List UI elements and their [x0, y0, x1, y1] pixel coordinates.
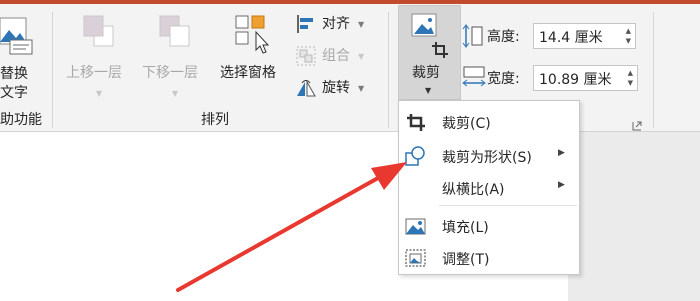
crop-label: 裁剪 — [412, 65, 440, 81]
send-backward-button[interactable]: 下移一层 ▼ — [140, 10, 212, 100]
spin-up-icon[interactable]: ▲ — [628, 70, 633, 77]
send-backward-label: 下移一层 — [142, 65, 198, 81]
alt-text-button[interactable]: 替换 文字 — [0, 10, 34, 101]
alt-text-icon — [0, 17, 33, 55]
chevron-down-icon: ▼ — [358, 52, 365, 61]
bring-forward-button[interactable]: 上移一层 ▼ — [64, 10, 136, 100]
fill-picture-icon — [405, 218, 426, 235]
alt-text-label-line2: 文字 — [0, 85, 28, 101]
selection-pane-button[interactable]: 选择窗格 — [218, 10, 290, 100]
accessibility-group-label: 助功能 — [0, 112, 42, 128]
crop-button[interactable]: 裁剪 ▼ — [398, 5, 461, 100]
group-objects-label: 组合 — [322, 48, 350, 64]
shape-height-icon — [462, 24, 483, 48]
rotate-icon — [297, 80, 316, 97]
arrange-group-label: 排列 — [201, 112, 229, 128]
height-value: 14.4 厘米 — [539, 30, 603, 46]
menu-item-label: 调整(T) — [442, 252, 490, 268]
spin-down-icon[interactable]: ▼ — [628, 80, 633, 87]
chevron-down-icon: ▼ — [425, 86, 432, 95]
width-label: 宽度: — [487, 71, 520, 87]
align-label: 对齐 — [322, 16, 350, 32]
menu-item-crop[interactable]: 裁剪(C) — [399, 107, 579, 137]
chevron-down-icon: ▼ — [96, 89, 103, 98]
width-field-group: 宽度: — [462, 62, 534, 92]
menu-item-aspect-ratio[interactable]: 纵横比(A) ▶ — [399, 173, 579, 203]
shape-width-icon — [462, 66, 486, 87]
menu-item-label: 裁剪为形状(S) — [442, 150, 532, 166]
menu-item-label: 裁剪(C) — [442, 116, 491, 132]
height-input[interactable]: 14.4 厘米 ▲ ▼ — [533, 23, 636, 49]
submenu-arrow-icon: ▶ — [558, 148, 565, 158]
submenu-arrow-icon: ▶ — [558, 180, 565, 190]
alt-text-label-line1: 替换 — [0, 66, 28, 82]
fit-picture-icon — [405, 249, 426, 267]
selection-pane-icon — [235, 15, 270, 54]
width-input[interactable]: 10.89 厘米 ▲ ▼ — [533, 65, 638, 91]
picture-format-ribbon: 替换 文字 助功能 上移一层 ▼ 下移一层 ▼ 选择窗格 对齐 ▼ 组合 ▼ 旋… — [0, 4, 700, 132]
crop-icon — [407, 114, 425, 131]
menu-separator — [439, 205, 577, 206]
spin-down-icon[interactable]: ▼ — [626, 38, 631, 45]
rotate-button[interactable]: 旋转 ▼ — [296, 76, 376, 100]
crop-icon — [411, 13, 448, 58]
align-icon — [297, 15, 313, 33]
menu-item-label: 纵横比(A) — [442, 182, 505, 198]
selection-pane-label: 选择窗格 — [220, 65, 276, 81]
group-divider — [653, 12, 654, 128]
chevron-down-icon: ▼ — [358, 20, 365, 29]
group-objects-icon — [296, 46, 316, 66]
chevron-down-icon: ▼ — [172, 89, 179, 98]
send-backward-icon — [159, 15, 190, 47]
bring-forward-label: 上移一层 — [66, 65, 122, 81]
dialog-launcher-icon[interactable] — [632, 116, 642, 131]
rotate-label: 旋转 — [322, 80, 350, 96]
align-button[interactable]: 对齐 ▼ — [296, 12, 376, 36]
menu-item-fill[interactable]: 填充(L) — [399, 211, 579, 241]
width-value: 10.89 厘米 — [539, 72, 612, 88]
shapes-icon — [405, 146, 425, 166]
bring-forward-icon — [83, 15, 114, 47]
crop-dropdown-menu: 裁剪(C) 裁剪为形状(S) ▶ 纵横比(A) ▶ 填充(L) 调整(T) — [398, 100, 580, 275]
spin-up-icon[interactable]: ▲ — [626, 28, 631, 35]
menu-item-fit[interactable]: 调整(T) — [399, 243, 579, 273]
group-divider — [388, 12, 389, 128]
menu-item-label: 填充(L) — [442, 220, 489, 236]
chevron-down-icon: ▼ — [358, 84, 365, 93]
height-label: 高度: — [487, 29, 520, 45]
menu-item-crop-to-shape[interactable]: 裁剪为形状(S) ▶ — [399, 141, 579, 171]
group-divider — [52, 12, 53, 128]
group-objects-button[interactable]: 组合 ▼ — [296, 44, 376, 68]
